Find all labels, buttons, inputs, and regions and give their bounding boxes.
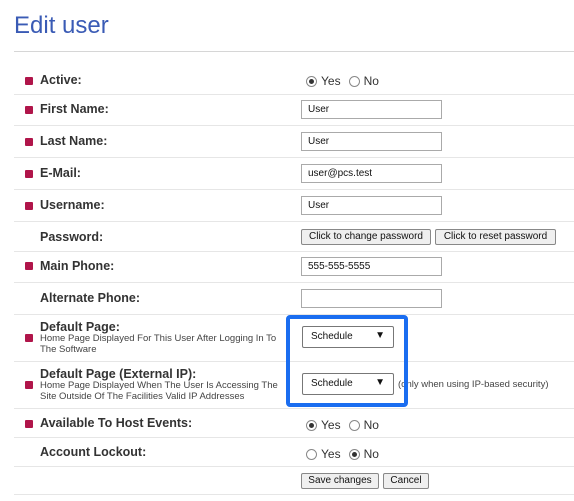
row-divider <box>14 408 574 409</box>
account-lockout-yes-label[interactable]: Yes <box>321 447 341 461</box>
cancel-button[interactable]: Cancel <box>383 473 429 489</box>
default-page-label: Default Page: <box>40 320 120 334</box>
account-lockout-yes-radio[interactable] <box>306 448 317 460</box>
account-lockout-no-radio[interactable] <box>348 448 360 460</box>
row-divider <box>14 251 574 252</box>
save-changes-button[interactable]: Save changes <box>301 473 379 489</box>
page-title: Edit user <box>14 12 109 39</box>
first-name-input[interactable] <box>301 100 442 119</box>
row-divider <box>14 466 574 467</box>
active-radio-group: Yes No <box>306 74 387 88</box>
row-divider <box>14 221 574 222</box>
last-name-input[interactable] <box>301 132 442 151</box>
row-divider <box>14 189 574 190</box>
default-page-external-description: Home Page Displayed When The User Is Acc… <box>40 380 278 402</box>
account-lockout-label: Account Lockout: <box>40 445 147 459</box>
host-events-no-label[interactable]: No <box>364 418 379 432</box>
row-divider <box>14 494 574 495</box>
email-input[interactable] <box>301 164 442 183</box>
highlight-box <box>286 315 408 407</box>
active-no-label[interactable]: No <box>364 74 379 88</box>
ip-security-note: (only when using IP-based security) <box>398 379 549 390</box>
required-bullet <box>25 138 33 146</box>
row-divider <box>14 125 574 126</box>
active-yes-radio[interactable] <box>306 75 317 87</box>
last-name-label: Last Name: <box>40 134 108 148</box>
active-label: Active: <box>40 73 82 87</box>
host-events-yes-label[interactable]: Yes <box>321 418 341 432</box>
title-divider <box>14 51 574 52</box>
active-no-radio[interactable] <box>348 75 360 87</box>
change-password-button[interactable]: Click to change password <box>301 229 431 245</box>
host-events-no-radio[interactable] <box>348 419 360 431</box>
default-page-description: Home Page Displayed For This User After … <box>40 333 277 355</box>
username-label: Username: <box>40 198 105 212</box>
password-label: Password: <box>40 230 104 244</box>
row-divider <box>14 157 574 158</box>
required-bullet <box>25 262 33 270</box>
first-name-label: First Name: <box>40 102 109 116</box>
required-bullet <box>25 202 33 210</box>
account-lockout-no-label[interactable]: No <box>364 447 379 461</box>
reset-password-button[interactable]: Click to reset password <box>435 229 556 245</box>
alternate-phone-label: Alternate Phone: <box>40 291 141 305</box>
required-bullet <box>25 170 33 178</box>
main-phone-input[interactable] <box>301 257 442 276</box>
required-bullet <box>25 420 33 428</box>
row-divider <box>14 282 574 283</box>
main-phone-label: Main Phone: <box>40 259 115 273</box>
host-events-yes-radio[interactable] <box>306 419 317 431</box>
bullet <box>25 334 33 342</box>
email-label: E-Mail: <box>40 166 81 180</box>
bullet <box>25 381 33 389</box>
required-bullet <box>25 77 33 85</box>
account-lockout-radio-group: Yes No <box>306 447 387 461</box>
row-divider <box>14 437 574 438</box>
row-divider <box>14 94 574 95</box>
username-input[interactable] <box>301 196 442 215</box>
required-bullet <box>25 106 33 114</box>
default-page-external-label: Default Page (External IP): <box>40 367 197 381</box>
active-yes-label[interactable]: Yes <box>321 74 341 88</box>
alternate-phone-input[interactable] <box>301 289 442 308</box>
host-events-label: Available To Host Events: <box>40 416 193 430</box>
host-events-radio-group: Yes No <box>306 418 387 432</box>
